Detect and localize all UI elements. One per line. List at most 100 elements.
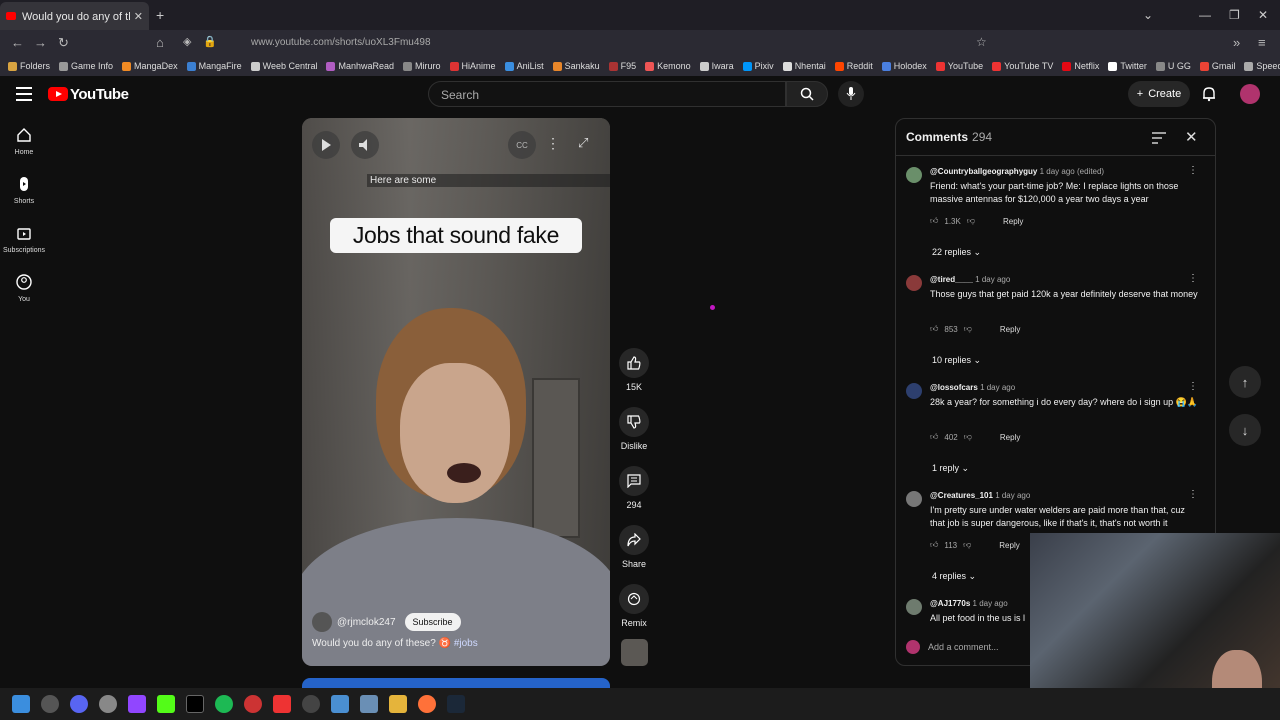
close-comments-icon[interactable]: ✕	[1185, 128, 1198, 146]
view-replies-button[interactable]: 10 replies ⌄	[932, 355, 981, 366]
bookmark-item[interactable]: Sankaku	[552, 61, 600, 71]
bookmark-item[interactable]: Iwara	[699, 61, 734, 71]
channel-name[interactable]: @rjmclok247	[337, 617, 396, 628]
taskbar-search-icon[interactable]	[41, 695, 59, 713]
bookmark-item[interactable]: Kemono	[645, 61, 691, 71]
reload-icon[interactable]: ↻	[58, 35, 69, 51]
bookmark-item[interactable]: Twitter	[1108, 61, 1147, 71]
search-button[interactable]	[786, 81, 828, 107]
bookmark-item[interactable]: Game Info	[59, 61, 113, 71]
volume-button[interactable]	[351, 131, 379, 159]
notifications-bell-icon[interactable]	[1202, 86, 1216, 107]
comment-author[interactable]: @lossofcars	[930, 383, 978, 392]
create-button[interactable]: + Create	[1128, 81, 1190, 107]
remix-button[interactable]: Remix	[618, 584, 650, 628]
bookmark-item[interactable]: Pixiv	[742, 61, 774, 71]
hamburger-menu-icon[interactable]	[16, 87, 32, 101]
thumbs-down-icon[interactable]: 👎︎	[967, 216, 975, 226]
more-options-icon[interactable]: ⋮	[546, 135, 560, 152]
security-icon[interactable]	[360, 695, 378, 713]
comments-button[interactable]: 294	[618, 466, 650, 510]
thumbs-down-icon[interactable]: 👎︎	[963, 540, 971, 550]
media-player-icon[interactable]	[302, 695, 320, 713]
bookmark-item[interactable]: YouTube	[935, 61, 983, 71]
thumbs-up-icon[interactable]: 👍︎	[930, 216, 938, 226]
app-menu-icon[interactable]: ≡	[1258, 35, 1266, 50]
thumbs-down-icon[interactable]: 👎︎	[964, 432, 972, 442]
comment-author[interactable]: @Countryballgeographyguy	[930, 167, 1037, 176]
reply-button[interactable]: Reply	[1003, 217, 1023, 226]
nav-you[interactable]: You	[0, 274, 48, 303]
photos-icon[interactable]	[331, 695, 349, 713]
view-replies-button[interactable]: 1 reply ⌄	[932, 463, 969, 474]
video-description[interactable]: Would you do any of these? ♉ #jobs	[312, 638, 478, 649]
reply-button[interactable]: Reply	[1000, 325, 1020, 334]
search-input[interactable]: Search	[428, 81, 786, 107]
comment-author[interactable]: @Creatures_101	[930, 491, 993, 500]
comment-more-icon[interactable]: ⋮	[1188, 489, 1198, 500]
next-short-button[interactable]: ↓	[1229, 414, 1261, 446]
nav-subscriptions[interactable]: Subscriptions	[0, 225, 48, 254]
bookmark-item[interactable]: Speedtest	[1244, 61, 1280, 71]
start-menu-icon[interactable]	[12, 695, 30, 713]
fullscreen-icon[interactable]: ⤢	[578, 135, 588, 151]
maximize-icon[interactable]: ❐	[1229, 8, 1240, 22]
extensions-overflow-icon[interactable]: »	[1233, 35, 1240, 50]
browser-tab[interactable]: Would you do any of these? ♉ ✕	[0, 2, 149, 30]
commenter-avatar[interactable]	[906, 383, 922, 399]
play-button[interactable]	[312, 131, 340, 159]
audio-thumbnail[interactable]	[621, 639, 648, 666]
bookmark-star-icon[interactable]: ☆	[976, 35, 987, 49]
captions-button[interactable]: CC	[508, 131, 536, 159]
tab-list-icon[interactable]: ⌄	[1143, 8, 1153, 22]
previous-short-button[interactable]: ↑	[1229, 366, 1261, 398]
bookmark-item[interactable]: Miruro	[403, 61, 441, 71]
lock-icon[interactable]: 🔒	[203, 35, 217, 48]
bookmark-item[interactable]: AniList	[504, 61, 544, 71]
commenter-avatar[interactable]	[906, 599, 922, 615]
chrome-icon[interactable]	[99, 695, 117, 713]
voice-search-button[interactable]	[838, 81, 864, 107]
reply-button[interactable]: Reply	[999, 541, 1019, 550]
nav-home[interactable]: Home	[0, 127, 48, 156]
bookmark-item[interactable]: Weeb Central	[250, 61, 317, 71]
bookmark-item[interactable]: Gmail	[1199, 61, 1235, 71]
short-video-player[interactable]	[302, 118, 610, 666]
view-replies-button[interactable]: 4 replies ⌄	[932, 571, 976, 582]
youtube-logo-icon[interactable]	[48, 87, 68, 101]
youtube-logo-text[interactable]: YouTube	[70, 86, 129, 103]
view-replies-button[interactable]: 22 replies ⌄	[932, 247, 981, 258]
bookmark-item[interactable]: HiAnime	[449, 61, 496, 71]
account-avatar[interactable]	[1240, 84, 1260, 104]
thumbs-up-icon[interactable]: 👍︎	[930, 324, 938, 334]
comment-author[interactable]: @AJ1770s	[930, 599, 970, 608]
back-icon[interactable]: ←	[11, 35, 24, 50]
dislike-button[interactable]: Dislike	[618, 407, 650, 451]
forward-icon[interactable]: →	[34, 35, 47, 50]
minimize-icon[interactable]: —	[1199, 8, 1211, 22]
thumbs-up-icon[interactable]: 👍︎	[930, 432, 938, 442]
thumbs-down-icon[interactable]: 👎︎	[964, 324, 972, 334]
bookmark-item[interactable]: Holodex	[881, 61, 927, 71]
bookmark-item[interactable]: U GG	[1155, 61, 1191, 71]
close-tab-icon[interactable]: ✕	[134, 10, 143, 23]
comment-author[interactable]: @tired____	[930, 275, 973, 284]
bookmark-item[interactable]: Folders	[8, 61, 50, 71]
close-window-icon[interactable]: ✕	[1258, 8, 1268, 22]
commenter-avatar[interactable]	[906, 275, 922, 291]
file-explorer-icon[interactable]	[389, 695, 407, 713]
bookmark-item[interactable]: MangaDex	[122, 61, 178, 71]
add-comment-field[interactable]: Add a comment...	[906, 640, 999, 654]
bookmark-item[interactable]: Reddit	[834, 61, 873, 71]
bookmark-item[interactable]: ManhwaRead	[326, 61, 394, 71]
new-tab-icon[interactable]: +	[156, 7, 164, 23]
spotify-icon[interactable]	[215, 695, 233, 713]
thumbs-up-icon[interactable]: 👍︎	[930, 540, 938, 550]
twitch-icon[interactable]	[128, 695, 146, 713]
youtube-app-icon[interactable]	[273, 695, 291, 713]
app-red-icon[interactable]	[244, 695, 262, 713]
shield-icon[interactable]: ◈	[183, 35, 191, 48]
sort-comments-icon[interactable]	[1152, 131, 1166, 149]
steam-icon[interactable]	[447, 695, 465, 713]
bookmark-item[interactable]: F95	[608, 61, 636, 71]
